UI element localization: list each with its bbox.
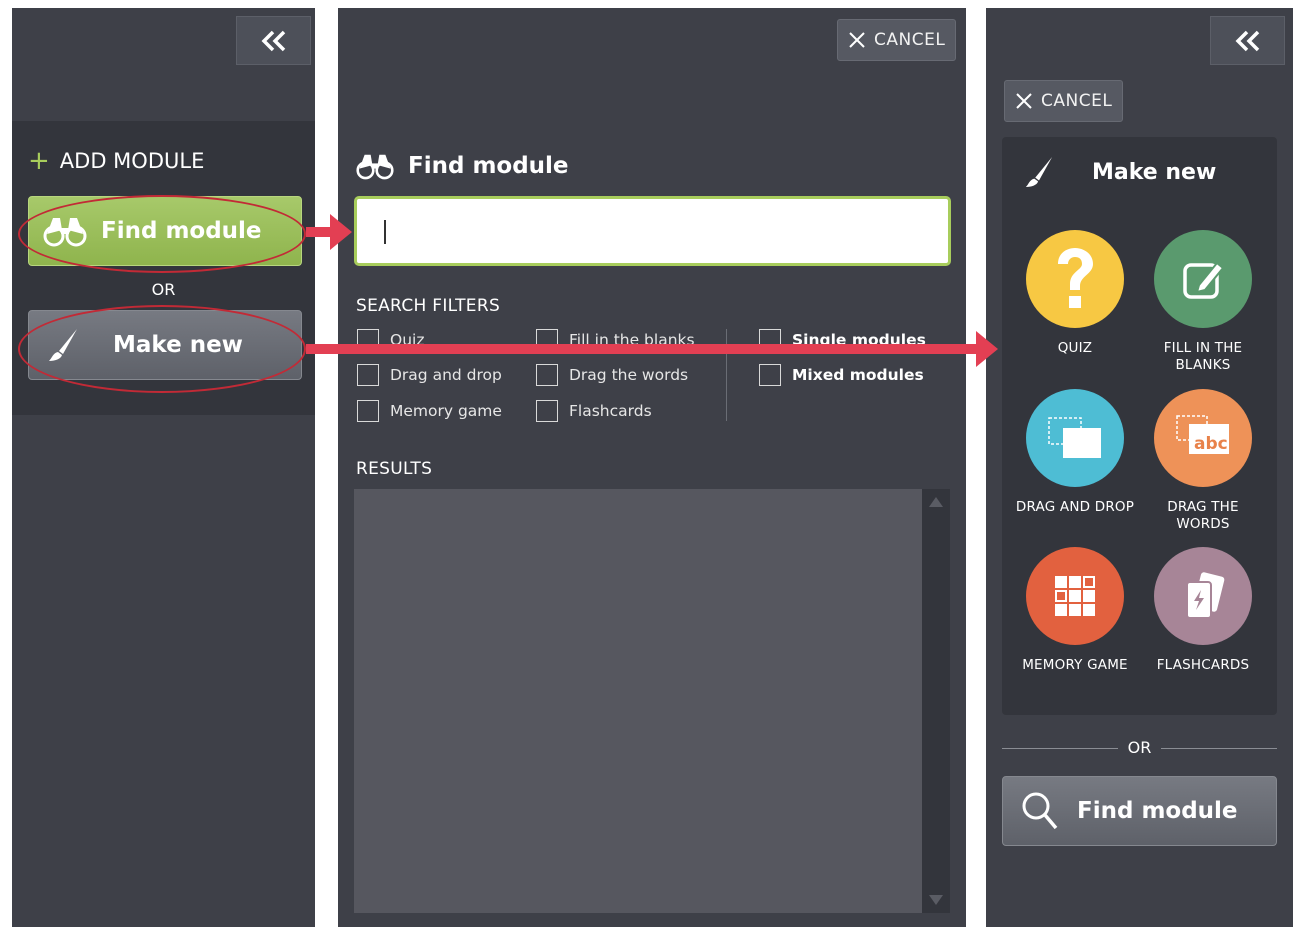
find-module-button[interactable]: Find module: [1002, 776, 1277, 846]
make-new-title: Make new: [1092, 159, 1217, 185]
add-module-card: + ADD MODULE Find module OR Make new: [12, 121, 315, 415]
results-label: RESULTS: [356, 459, 433, 479]
type-label: QUIZ: [1057, 340, 1093, 356]
cancel-label: CANCEL: [874, 30, 946, 50]
find-module-button[interactable]: Find module: [28, 196, 302, 266]
cancel-button[interactable]: CANCEL: [1004, 80, 1124, 122]
drag-the-words-icon[interactable]: abc: [1154, 389, 1252, 487]
collapse-button[interactable]: [236, 16, 311, 65]
module-type-drag-and-drop[interactable]: DRAG AND DROP: [1015, 389, 1135, 516]
module-type-flashcards[interactable]: FLASHCARDS: [1143, 547, 1263, 674]
title-text: Find module: [408, 153, 569, 179]
module-type-fill-in-the-blanks[interactable]: FILL IN THE BLANKS: [1143, 230, 1263, 374]
find-module-label: Find module: [1077, 798, 1238, 824]
arrow-head-icon: [330, 214, 352, 250]
collapse-button[interactable]: [1210, 16, 1285, 65]
or-label: OR: [1127, 738, 1152, 757]
scroll-down-icon[interactable]: [929, 895, 943, 905]
filter-label: Flashcards: [569, 402, 652, 420]
type-label: FLASHCARDS: [1156, 657, 1250, 673]
search-icon: [1022, 792, 1058, 830]
filter-mixed-modules[interactable]: Mixed modules: [759, 364, 924, 386]
close-icon: [849, 32, 865, 48]
filter-drag-the-words[interactable]: Drag the words: [536, 364, 688, 386]
drag-and-drop-icon[interactable]: [1026, 389, 1124, 487]
filter-label: Drag and drop: [390, 366, 502, 384]
binoculars-icon: [43, 218, 87, 247]
find-module-panel: CANCEL Find module SEARCH FILTERS Quiz F…: [338, 8, 966, 927]
module-type-quiz[interactable]: QUIZ: [1015, 230, 1135, 357]
make-new-panel: CANCEL Make new QUIZ FILL IN THE BLANKS …: [986, 8, 1293, 927]
paintbrush-icon: [1025, 157, 1053, 187]
filter-label: Memory game: [390, 402, 502, 420]
make-new-label: Make new: [113, 332, 243, 358]
close-icon: [1016, 93, 1032, 109]
make-new-button[interactable]: Make new: [28, 310, 302, 380]
type-label: DRAG AND DROP: [1015, 499, 1135, 515]
or-separator: OR: [1002, 738, 1277, 758]
checkbox[interactable]: [759, 364, 781, 386]
flashcards-icon[interactable]: [1154, 547, 1252, 645]
make-new-heading: Make new: [1024, 155, 1216, 189]
filter-label: Mixed modules: [792, 366, 924, 384]
double-chevron-left-icon: [1235, 30, 1259, 51]
module-type-drag-the-words[interactable]: abc DRAG THE WORDS: [1143, 389, 1263, 533]
search-filters-label: SEARCH FILTERS: [356, 296, 501, 316]
abc-text: abc: [1194, 434, 1228, 454]
page-title: Find module: [356, 150, 569, 182]
results-list[interactable]: [354, 489, 950, 913]
checkbox[interactable]: [536, 400, 558, 422]
filter-divider: [726, 329, 727, 421]
type-label: MEMORY GAME: [1022, 657, 1128, 673]
plus-icon: +: [28, 146, 50, 176]
cancel-button[interactable]: CANCEL: [837, 19, 957, 61]
search-input[interactable]: [354, 196, 951, 266]
add-module-label: ADD MODULE: [59, 149, 205, 173]
quiz-icon[interactable]: [1026, 230, 1124, 328]
filter-flashcards[interactable]: Flashcards: [536, 400, 652, 422]
checkbox[interactable]: [536, 364, 558, 386]
paintbrush-icon: [49, 329, 77, 361]
filter-label: Drag the words: [569, 366, 689, 384]
binoculars-icon: [356, 154, 394, 180]
scroll-up-icon[interactable]: [929, 497, 943, 507]
memory-grid-icon[interactable]: [1026, 547, 1124, 645]
module-type-memory-game[interactable]: MEMORY GAME: [1015, 547, 1135, 674]
make-new-card: Make new QUIZ FILL IN THE BLANKS DRAG AN…: [1002, 137, 1277, 715]
filter-drag-and-drop[interactable]: Drag and drop: [357, 364, 502, 386]
double-chevron-left-icon: [261, 30, 285, 51]
annotation-arrow: [306, 344, 980, 354]
type-label: FILL IN THE BLANKS: [1163, 340, 1243, 373]
add-module-heading: + ADD MODULE: [28, 148, 204, 174]
type-label: DRAG THE WORDS: [1167, 499, 1239, 532]
or-separator: OR: [151, 280, 176, 299]
checkbox[interactable]: [357, 364, 379, 386]
cancel-label: CANCEL: [1041, 91, 1113, 111]
scrollbar[interactable]: [922, 489, 950, 913]
checkbox[interactable]: [357, 400, 379, 422]
arrow-head-icon: [976, 331, 998, 367]
find-module-label: Find module: [101, 218, 262, 244]
edit-pencil-icon[interactable]: [1154, 230, 1252, 328]
filter-memory-game[interactable]: Memory game: [357, 400, 502, 422]
left-panel: + ADD MODULE Find module OR Make new: [12, 8, 315, 927]
text-caret: [384, 220, 386, 244]
